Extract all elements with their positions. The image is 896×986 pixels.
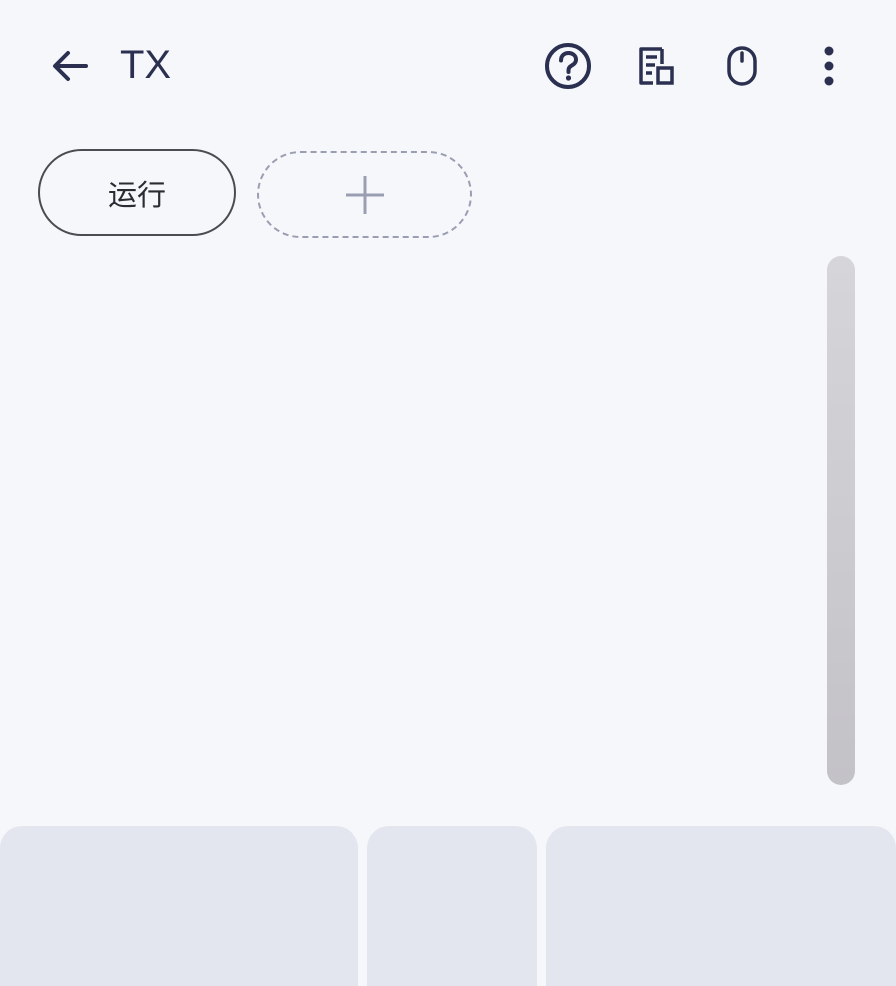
document-icon: [639, 47, 674, 85]
mouse-icon: [727, 46, 757, 86]
mouse-button[interactable]: [716, 40, 768, 92]
back-arrow-icon: [53, 51, 88, 81]
bottom-panel-middle[interactable]: [367, 826, 537, 986]
bottom-panel-right[interactable]: [546, 826, 896, 986]
run-chip[interactable]: 运行: [38, 149, 236, 236]
help-button[interactable]: [542, 40, 594, 92]
scrollbar-thumb[interactable]: [827, 256, 855, 785]
add-chip-button[interactable]: [257, 151, 472, 238]
run-chip-label: 运行: [107, 177, 166, 212]
page-title: TX: [120, 43, 172, 87]
document-button[interactable]: [629, 40, 681, 92]
plus-icon: [345, 175, 384, 214]
bottom-panel-left[interactable]: [0, 826, 358, 986]
help-icon: [545, 43, 591, 89]
more-options-button[interactable]: [803, 40, 855, 92]
more-vert-icon: [824, 46, 834, 86]
top-app-bar: TX: [0, 0, 896, 130]
back-button[interactable]: [44, 40, 96, 92]
